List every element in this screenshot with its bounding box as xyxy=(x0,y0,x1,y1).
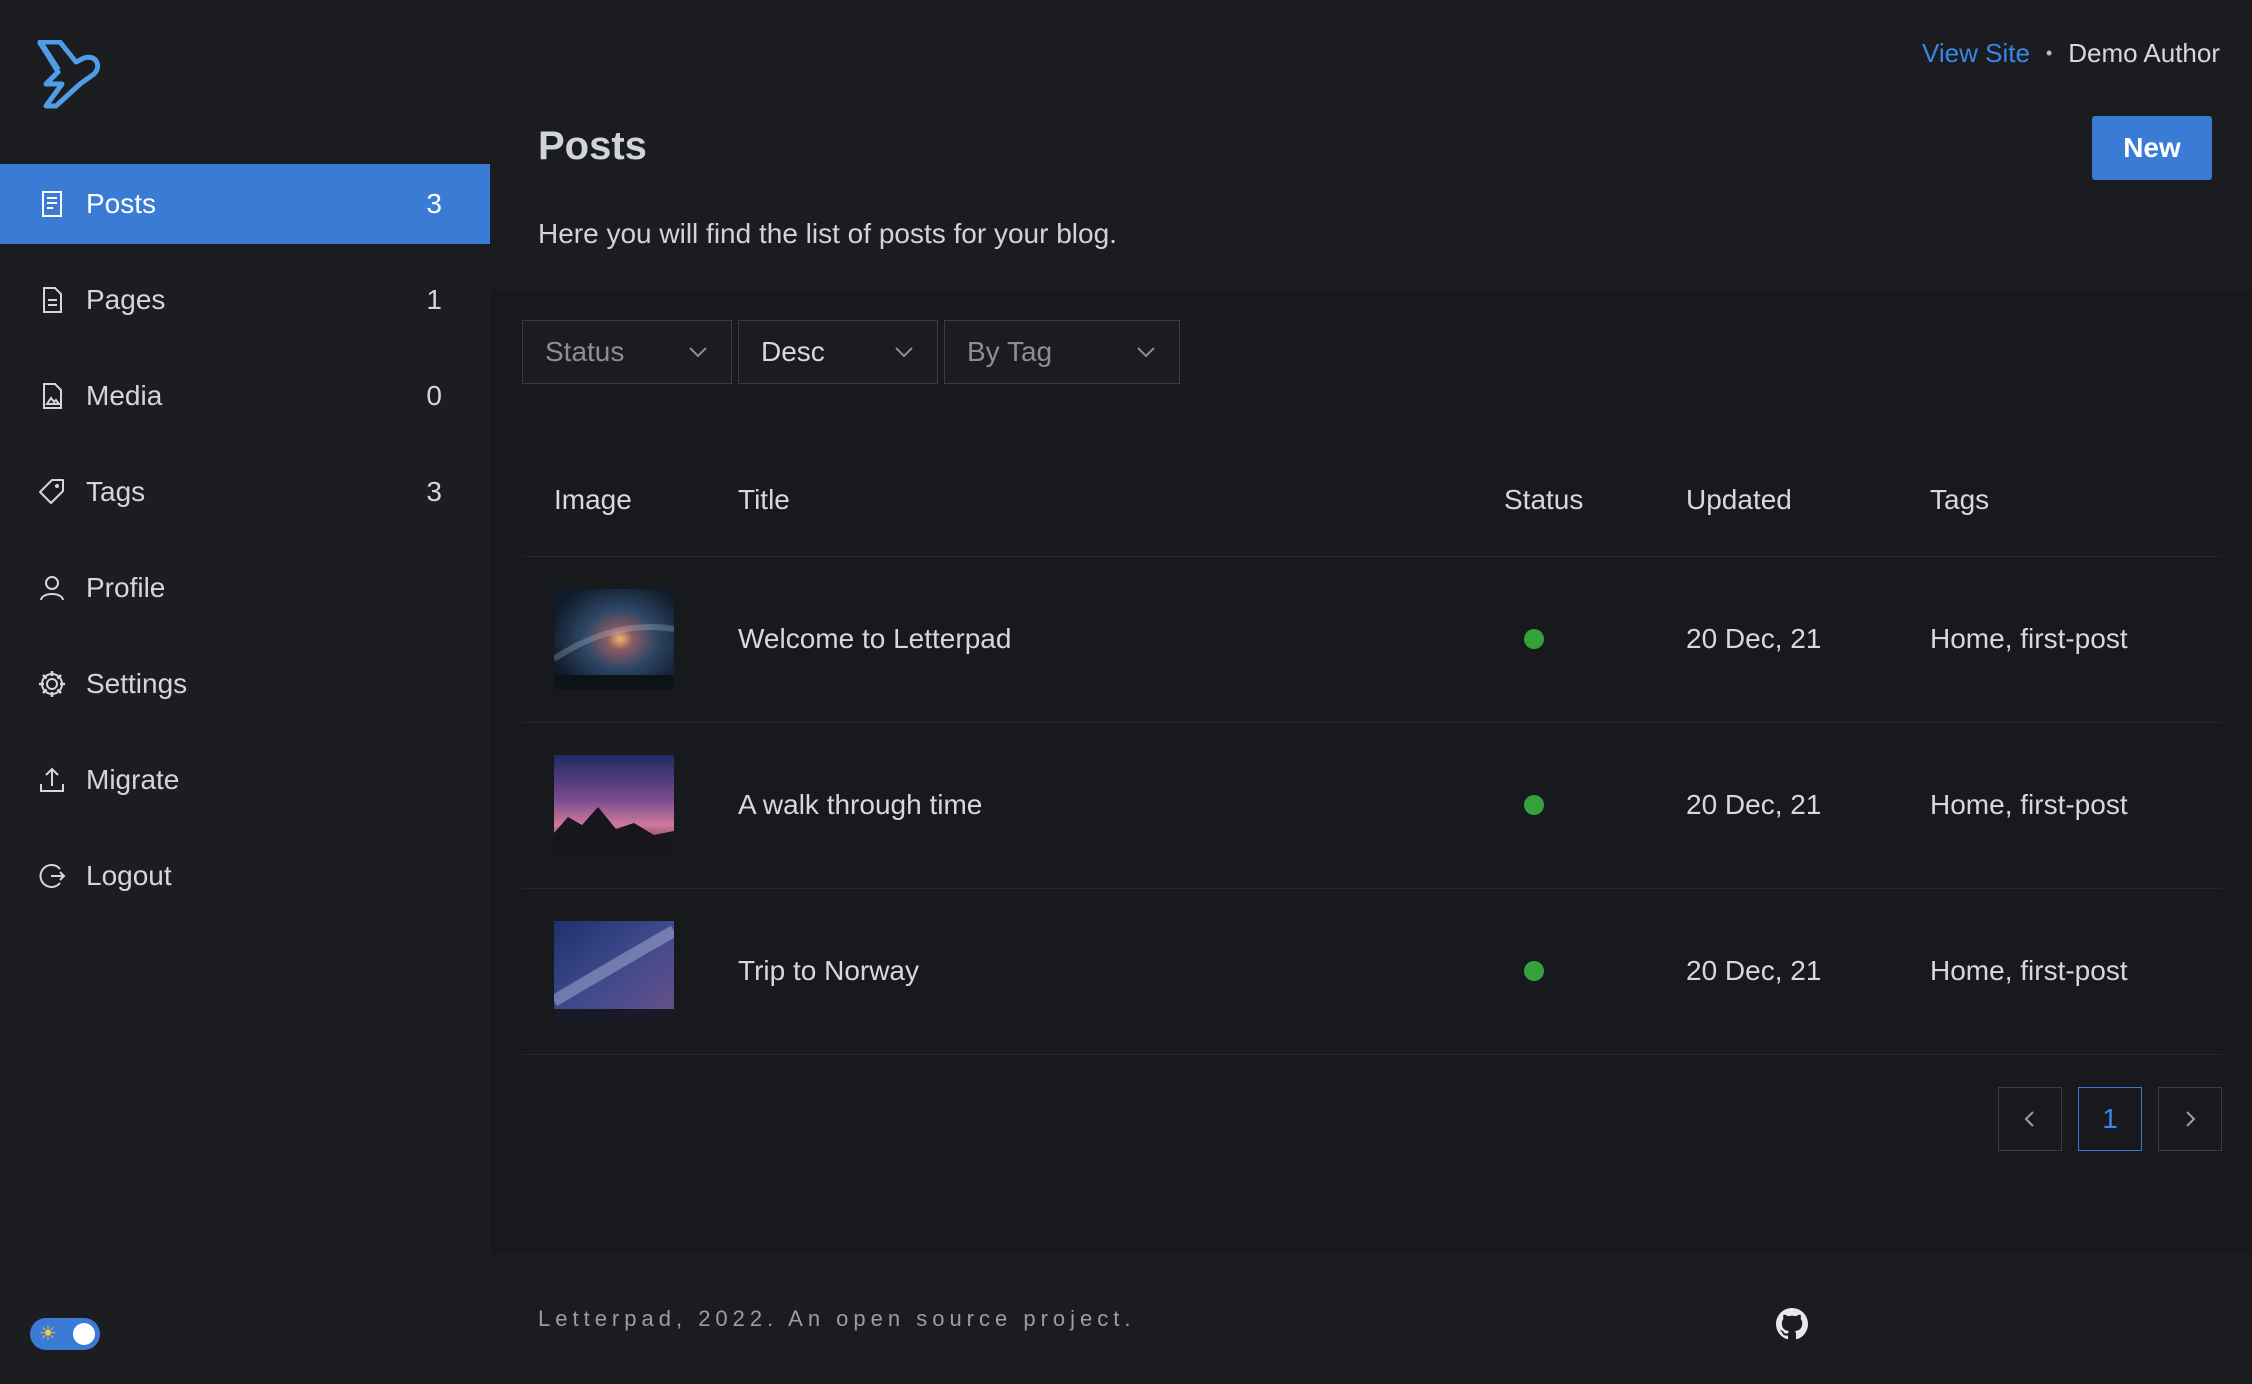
sort-order-value: Desc xyxy=(761,336,825,367)
view-site-link[interactable]: View Site xyxy=(1922,38,2030,69)
chevron-down-icon xyxy=(689,347,707,358)
column-header-status[interactable]: Status xyxy=(1472,444,1654,557)
updated-date: 20 Dec, 21 xyxy=(1654,722,1898,889)
sun-icon: ☀ xyxy=(39,1323,57,1345)
page-header: View Site • Demo Author Posts Here you w… xyxy=(490,0,2252,290)
post-thumbnail[interactable] xyxy=(554,755,674,855)
author-name[interactable]: Demo Author xyxy=(2068,38,2220,69)
page-icon xyxy=(43,287,62,313)
status-published-dot xyxy=(1524,795,1544,815)
pagination: 1 xyxy=(522,1086,2222,1151)
theme-toggle[interactable]: ☀ xyxy=(30,1318,100,1350)
sidebar-item-settings[interactable]: Settings xyxy=(0,644,490,724)
page-title: Posts xyxy=(538,124,647,168)
table-header-row: Image Title Status Updated Tags xyxy=(522,444,2222,557)
table-row[interactable]: A walk through time 20 Dec, 21 Home, fir… xyxy=(522,722,2222,889)
page-number-button[interactable]: 1 xyxy=(2078,1086,2142,1151)
column-header-title[interactable]: Title xyxy=(706,444,1472,557)
filter-bar: Status Desc By Tag xyxy=(522,320,2222,384)
sidebar-item-profile[interactable]: Profile xyxy=(0,548,490,628)
sidebar-item-count: 3 xyxy=(426,188,442,219)
gear-icon xyxy=(39,671,65,697)
logout-icon xyxy=(39,864,66,888)
post-tags: Home, first-post xyxy=(1898,556,2222,723)
upload-icon xyxy=(40,767,64,792)
sidebar-item-posts[interactable]: Posts 3 xyxy=(0,164,490,244)
column-header-updated[interactable]: Updated xyxy=(1654,444,1898,557)
main-content: View Site • Demo Author Posts Here you w… xyxy=(490,0,2252,1384)
post-tags: Home, first-post xyxy=(1898,888,2222,1055)
sidebar: Posts 3 Pages 1 Media 0 Tags 3 Profile S… xyxy=(0,0,490,1384)
chevron-down-icon xyxy=(1137,347,1155,358)
sidebar-item-label: Settings xyxy=(86,668,188,699)
sidebar-item-label: Migrate xyxy=(86,764,180,795)
chevron-right-icon xyxy=(2186,1110,2196,1127)
tag-filter-select[interactable]: By Tag xyxy=(944,320,1180,384)
media-icon xyxy=(43,383,62,409)
page-description: Here you will find the list of posts for… xyxy=(538,218,1117,249)
updated-date: 20 Dec, 21 xyxy=(1654,888,1898,1055)
chevron-down-icon xyxy=(895,347,913,358)
status-filter-label: Status xyxy=(545,336,625,367)
prev-page-button[interactable] xyxy=(1998,1086,2062,1151)
topbar: View Site • Demo Author xyxy=(1922,38,2220,69)
toggle-knob xyxy=(73,1323,95,1345)
sidebar-nav: Posts 3 Pages 1 Media 0 Tags 3 Profile S… xyxy=(0,164,490,932)
sidebar-item-media[interactable]: Media 0 xyxy=(0,356,490,436)
sort-order-select[interactable]: Desc xyxy=(738,320,938,384)
posts-icon xyxy=(42,191,62,217)
next-page-button[interactable] xyxy=(2158,1086,2222,1151)
updated-date: 20 Dec, 21 xyxy=(1654,556,1898,723)
app: Posts 3 Pages 1 Media 0 Tags 3 Profile S… xyxy=(0,0,2252,1384)
sidebar-item-logout[interactable]: Logout xyxy=(0,836,490,916)
sidebar-item-count: 3 xyxy=(426,476,442,507)
sidebar-item-label: Pages xyxy=(86,284,166,315)
sidebar-item-label: Logout xyxy=(86,860,172,891)
sidebar-item-label: Tags xyxy=(86,476,146,507)
image-cell xyxy=(522,556,706,723)
post-thumbnail[interactable] xyxy=(554,921,674,1021)
sidebar-item-label: Profile xyxy=(86,572,166,603)
sidebar-item-label: Media xyxy=(86,380,163,411)
posts-table: Image Title Status Updated Tags Welcome … xyxy=(522,444,2222,1055)
status-cell xyxy=(1472,722,1654,889)
post-title[interactable]: Trip to Norway xyxy=(706,888,1472,1055)
footer-text: Letterpad, 2022. An open source project. xyxy=(538,1306,1136,1331)
separator-dot: • xyxy=(2045,43,2053,63)
image-cell xyxy=(522,722,706,889)
status-published-dot xyxy=(1524,629,1544,649)
status-published-dot xyxy=(1524,961,1544,981)
posts-section: Status Desc By Tag Image Title Status Up… xyxy=(522,290,2222,1151)
tag-filter-label: By Tag xyxy=(967,336,1053,367)
letterpad-logo[interactable] xyxy=(36,40,102,110)
post-title[interactable]: A walk through time xyxy=(706,722,1472,889)
post-title[interactable]: Welcome to Letterpad xyxy=(706,556,1472,723)
post-thumbnail[interactable] xyxy=(554,589,674,689)
status-cell xyxy=(1472,556,1654,723)
sidebar-item-label: Posts xyxy=(86,188,157,219)
image-cell xyxy=(522,888,706,1055)
footer: Letterpad, 2022. An open source project. xyxy=(490,1254,2252,1384)
status-filter-select[interactable]: Status xyxy=(522,320,732,384)
github-icon[interactable] xyxy=(1776,1308,1808,1340)
sidebar-item-count: 0 xyxy=(426,380,442,411)
status-cell xyxy=(1472,888,1654,1055)
sidebar-item-tags[interactable]: Tags 3 xyxy=(0,452,490,532)
post-tags: Home, first-post xyxy=(1898,722,2222,889)
sidebar-item-count: 1 xyxy=(426,284,442,315)
sidebar-item-pages[interactable]: Pages 1 xyxy=(0,260,490,340)
table-row[interactable]: Welcome to Letterpad 20 Dec, 21 Home, fi… xyxy=(522,556,2222,723)
column-header-tags[interactable]: Tags xyxy=(1898,444,2222,557)
chevron-left-icon xyxy=(2024,1110,2034,1127)
user-icon xyxy=(40,576,64,601)
new-post-button[interactable]: New xyxy=(2092,116,2212,180)
sidebar-item-migrate[interactable]: Migrate xyxy=(0,740,490,820)
table-row[interactable]: Trip to Norway 20 Dec, 21 Home, first-po… xyxy=(522,888,2222,1055)
column-header-image[interactable]: Image xyxy=(522,444,706,557)
tag-icon xyxy=(39,479,64,504)
